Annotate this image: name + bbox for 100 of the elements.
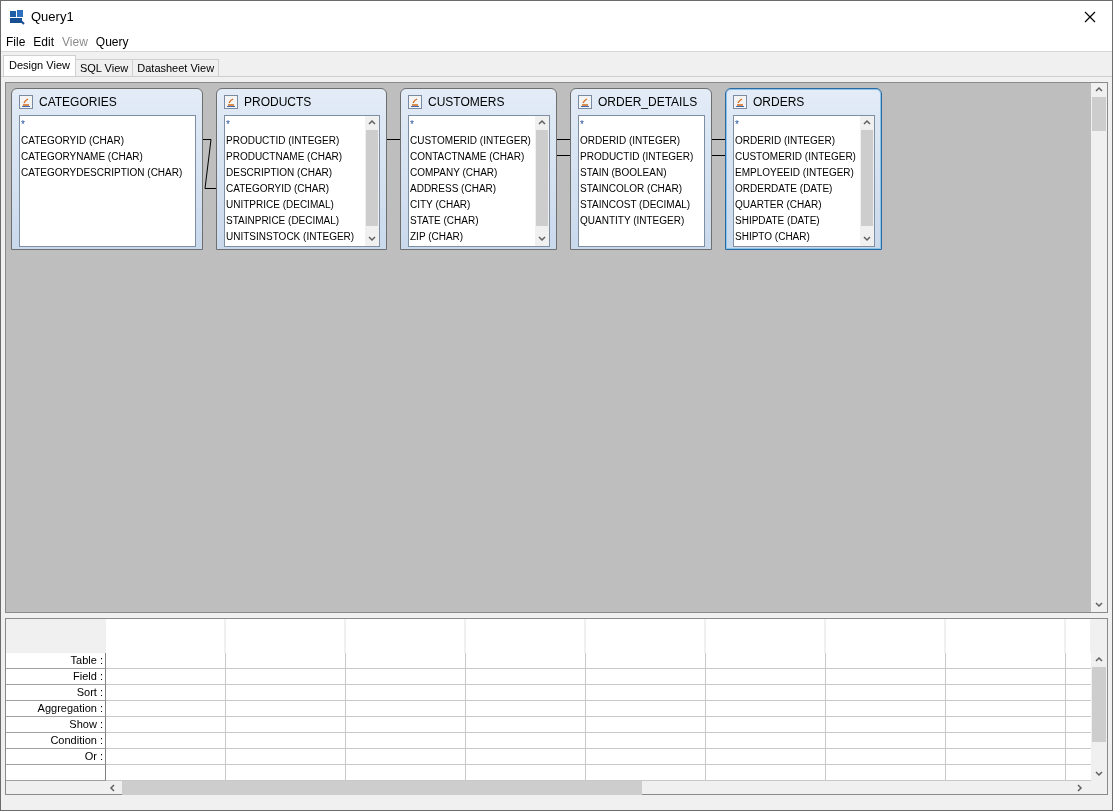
grid-cell[interactable]	[106, 733, 226, 749]
chevron-down-icon[interactable]	[862, 234, 872, 244]
field-item[interactable]: CATEGORYNAME (CHAR)	[21, 149, 195, 165]
grid-cell[interactable]	[346, 717, 466, 733]
field-item[interactable]: CITY (CHAR)	[410, 197, 535, 213]
grid-cell[interactable]	[466, 749, 586, 765]
grid-cell[interactable]	[586, 685, 706, 701]
field-item[interactable]: *	[580, 117, 704, 133]
field-item[interactable]: UNITPRICE (DECIMAL)	[226, 197, 365, 213]
field-item[interactable]: STAINPRICE (DECIMAL)	[226, 213, 365, 229]
grid-cell[interactable]	[706, 733, 826, 749]
field-item[interactable]: CUSTOMERID (INTEGER)	[735, 149, 860, 165]
grid-cell[interactable]	[466, 685, 586, 701]
chevron-down-icon[interactable]	[537, 234, 547, 244]
tab[interactable]: Datasheet View	[132, 59, 220, 76]
grid-cell[interactable]	[946, 765, 1066, 781]
grid-cell[interactable]	[346, 765, 466, 781]
grid-cell[interactable]	[226, 653, 346, 669]
column-header[interactable]	[826, 619, 946, 653]
grid-cell[interactable]	[226, 669, 346, 685]
grid-cell[interactable]	[106, 685, 226, 701]
grid-cell[interactable]	[466, 733, 586, 749]
scrollbar[interactable]	[860, 116, 874, 246]
grid-cell[interactable]	[226, 749, 346, 765]
grid-cell[interactable]	[586, 733, 706, 749]
grid-cell[interactable]	[946, 733, 1066, 749]
grid-cell[interactable]	[706, 685, 826, 701]
grid-cell[interactable]	[346, 749, 466, 765]
grid-cell[interactable]	[106, 765, 226, 781]
table-window[interactable]: CATEGORIES * CATEGORYID (CHAR) CATEGORYNAME (CHAR) CATEGORYDESCRIPTION (CHAR)	[11, 88, 203, 250]
field-item[interactable]: SHIPTO (CHAR)	[735, 229, 860, 245]
chevron-down-icon[interactable]	[1094, 600, 1104, 610]
grid-cell[interactable]	[466, 701, 586, 717]
grid-cell[interactable]	[826, 685, 946, 701]
grid-cell[interactable]	[1066, 749, 1091, 765]
field-item[interactable]: *	[226, 117, 365, 133]
grid-cell[interactable]	[106, 653, 226, 669]
scrollbar-thumb[interactable]	[1092, 97, 1106, 131]
column-header[interactable]	[706, 619, 826, 653]
grid-cell[interactable]	[106, 717, 226, 733]
grid-cell[interactable]	[466, 717, 586, 733]
column-header[interactable]	[586, 619, 706, 653]
column-header[interactable]	[106, 619, 226, 653]
field-item[interactable]: STAINCOLOR (CHAR)	[580, 181, 704, 197]
grid-cell[interactable]	[826, 653, 946, 669]
grid-cell[interactable]	[226, 701, 346, 717]
field-item[interactable]: DESCRIPTION (CHAR)	[226, 165, 365, 181]
grid-cell[interactable]	[466, 653, 586, 669]
grid-cell[interactable]	[586, 701, 706, 717]
grid-cell[interactable]	[946, 669, 1066, 685]
grid-cell[interactable]	[946, 701, 1066, 717]
field-item[interactable]: ORDERDATE (DATE)	[735, 181, 860, 197]
chevron-right-icon[interactable]	[1075, 783, 1085, 793]
grid-cell[interactable]	[466, 765, 586, 781]
column-header[interactable]	[466, 619, 586, 653]
field-item[interactable]: SHIPDATE (DATE)	[735, 213, 860, 229]
column-header[interactable]	[346, 619, 466, 653]
grid-cell[interactable]	[1066, 653, 1091, 669]
table-window[interactable]: CUSTOMERS * CUSTOMERID (INTEGER) CONTACTNAME (CHAR) COMPANY (CHAR) ADDRESS (CHAR) CITY (CHAR) STATE (CHAR) ZIP (CHAR)	[400, 88, 557, 250]
grid-cell[interactable]	[706, 749, 826, 765]
grid-cell[interactable]	[1066, 701, 1091, 717]
tab[interactable]: SQL View	[74, 59, 134, 76]
field-item[interactable]: *	[410, 117, 535, 133]
field-item[interactable]: PRODUCTID (INTEGER)	[226, 133, 365, 149]
chevron-down-icon[interactable]	[1094, 769, 1104, 779]
field-item[interactable]: CATEGORYID (CHAR)	[226, 181, 365, 197]
grid-cell[interactable]	[346, 653, 466, 669]
scrollbar-thumb[interactable]	[1092, 667, 1106, 742]
grid-cell[interactable]	[346, 733, 466, 749]
menu-item[interactable]: Query	[95, 34, 129, 49]
scrollbar[interactable]	[535, 116, 549, 246]
field-item[interactable]: CUSTOMERID (INTEGER)	[410, 133, 535, 149]
grid-cell[interactable]	[706, 717, 826, 733]
grid-cell[interactable]	[946, 749, 1066, 765]
field-item[interactable]: STATE (CHAR)	[410, 213, 535, 229]
grid-cell[interactable]	[946, 685, 1066, 701]
scrollbar-thumb[interactable]	[122, 781, 642, 795]
table-window[interactable]: ORDERS * ORDERID (INTEGER) CUSTOMERID (INTEGER) EMPLOYEEID (INTEGER) ORDERDATE (DATE) QUARTER (CHAR) SHIPDATE (DATE) SHIPTO (CHAR)	[725, 88, 882, 250]
grid-cell[interactable]	[226, 733, 346, 749]
tab[interactable]: Design View	[3, 55, 76, 76]
grid-cell[interactable]	[586, 717, 706, 733]
grid-cell[interactable]	[706, 669, 826, 685]
field-item[interactable]: PRODUCTID (INTEGER)	[580, 149, 704, 165]
field-item[interactable]: *	[21, 117, 195, 133]
field-item[interactable]: STAIN (BOOLEAN)	[580, 165, 704, 181]
grid-cell[interactable]	[106, 749, 226, 765]
scrollbar-thumb[interactable]	[536, 130, 548, 226]
grid-cell[interactable]	[1066, 685, 1091, 701]
field-item[interactable]: QUARTER (CHAR)	[735, 197, 860, 213]
grid-cell[interactable]	[1066, 733, 1091, 749]
grid-cell[interactable]	[1066, 717, 1091, 733]
field-item[interactable]: UNITSINSTOCK (INTEGER)	[226, 229, 365, 245]
grid-cell[interactable]	[346, 685, 466, 701]
field-item[interactable]: CATEGORYID (CHAR)	[21, 133, 195, 149]
grid-cell[interactable]	[1066, 669, 1091, 685]
menu-item[interactable]: File	[6, 34, 26, 49]
grid-cell[interactable]	[946, 653, 1066, 669]
table-window[interactable]: ORDER_DETAILS * ORDERID (INTEGER) PRODUCTID (INTEGER) STAIN (BOOLEAN) STAINCOLOR (CHAR) STAINCOST (DECIMAL) QUANTITY (INTEGER)	[570, 88, 712, 250]
grid-cell[interactable]	[586, 765, 706, 781]
grid-cell[interactable]	[226, 685, 346, 701]
